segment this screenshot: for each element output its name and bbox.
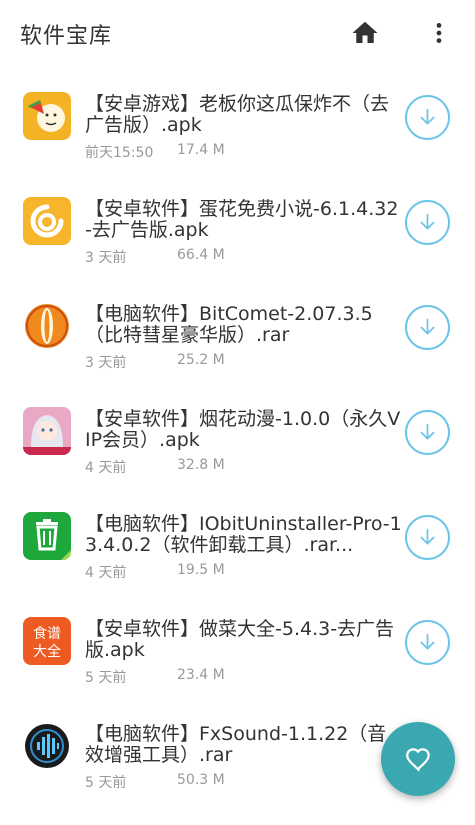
download-button[interactable] [405, 305, 450, 350]
download-arrow-icon [420, 213, 435, 230]
item-name: 【电脑软件】FxSound-1.1.22（音效增强工具）.rar [85, 724, 387, 766]
more-vertical-icon[interactable] [426, 18, 452, 48]
item-date: 4 天前 [85, 460, 127, 476]
item-meta: 前天15:50 17.4 M [85, 142, 225, 162]
bitcomet-icon [23, 302, 71, 350]
item-meta: 4 天前 19.5 M [85, 562, 225, 582]
item-meta: 5 天前 50.3 M [85, 772, 225, 792]
list-item[interactable]: 食谱 大全 【安卓软件】做菜大全-5.4.3-去广告版.apk 5 天前 23.… [0, 615, 475, 720]
download-arrow-icon [420, 318, 435, 335]
item-name: 【电脑软件】BitComet-2.07.3.5（比特彗星豪华版）.rar [85, 304, 373, 346]
heart-icon [406, 748, 430, 772]
item-date: 4 天前 [85, 565, 127, 581]
item-date: 5 天前 [85, 775, 127, 791]
watermelon-meme-icon [23, 92, 71, 140]
list-item[interactable]: 【安卓游戏】老板你这瓜保炸不（去广告版）.apk 前天15:50 17.4 M [0, 90, 475, 195]
item-name: 【安卓软件】烟花动漫-1.0.0（永久VIP会员）.apk [85, 409, 401, 451]
download-button[interactable] [405, 95, 450, 140]
item-size: 32.8 M [177, 457, 225, 473]
home-icon[interactable] [350, 18, 380, 48]
item-size: 19.5 M [177, 562, 225, 578]
item-size: 25.2 M [177, 352, 225, 368]
item-meta: 3 天前 25.2 M [85, 352, 225, 372]
item-meta: 3 天前 66.4 M [85, 247, 225, 267]
svg-text:大全: 大全 [33, 643, 61, 660]
download-button[interactable] [405, 200, 450, 245]
item-name: 【安卓游戏】老板你这瓜保炸不（去广告版）.apk [85, 94, 390, 136]
recipe-icon: 食谱 大全 [23, 617, 71, 665]
favorites-fab-button[interactable] [381, 722, 455, 796]
item-meta: 4 天前 32.8 M [85, 457, 225, 477]
list-item[interactable]: 【电脑软件】IObitUninstaller-Pro-13.4.0.2（软件卸载… [0, 510, 475, 615]
svg-text:食谱: 食谱 [33, 625, 61, 642]
download-button[interactable] [405, 410, 450, 455]
app-bar: 软件宝库 [0, 0, 475, 66]
download-button[interactable] [405, 515, 450, 560]
download-arrow-icon [420, 633, 435, 650]
item-meta: 5 天前 23.4 M [85, 667, 225, 687]
item-name: 【电脑软件】IObitUninstaller-Pro-13.4.0.2（软件卸载… [85, 514, 402, 556]
danhua-novel-icon [23, 197, 71, 245]
anime-girl-icon [23, 407, 71, 455]
item-size: 66.4 M [177, 247, 225, 263]
download-button[interactable] [405, 620, 450, 665]
download-arrow-icon [420, 108, 435, 125]
download-arrow-icon [420, 528, 435, 545]
item-size: 17.4 M [177, 142, 225, 158]
app-title: 软件宝库 [20, 24, 113, 49]
download-arrow-icon [420, 423, 435, 440]
item-date: 3 天前 [85, 355, 127, 371]
list-item[interactable]: 【安卓软件】蛋花免费小说-6.1.4.32-去广告版.apk 3 天前 66.4… [0, 195, 475, 300]
item-date: 前天15:50 [85, 145, 154, 161]
item-size: 50.3 M [177, 772, 225, 788]
list-item[interactable]: 【电脑软件】BitComet-2.07.3.5（比特彗星豪华版）.rar 3 天… [0, 300, 475, 405]
trash-uninstaller-icon [23, 512, 71, 560]
item-name: 【安卓软件】做菜大全-5.4.3-去广告版.apk [85, 619, 395, 661]
item-size: 23.4 M [177, 667, 225, 683]
item-date: 3 天前 [85, 250, 127, 266]
fxsound-icon [23, 722, 71, 770]
item-date: 5 天前 [85, 670, 127, 686]
item-name: 【安卓软件】蛋花免费小说-6.1.4.32-去广告版.apk [85, 199, 399, 241]
list-item[interactable]: 【安卓软件】烟花动漫-1.0.0（永久VIP会员）.apk 4 天前 32.8 … [0, 405, 475, 510]
